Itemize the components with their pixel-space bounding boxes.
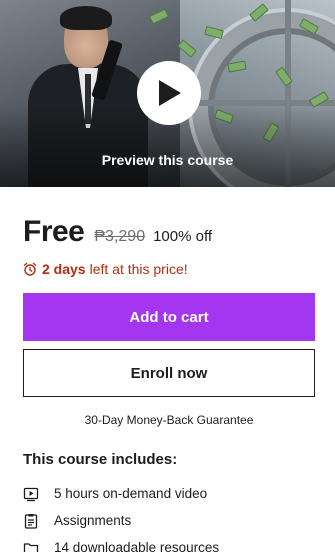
money-back-guarantee: 30-Day Money-Back Guarantee <box>84 413 254 427</box>
includes-list: 5 hours on-demand video Assignments 14 d… <box>23 480 315 552</box>
folder-icon <box>23 540 39 552</box>
current-price: Free <box>23 215 85 248</box>
sale-timer: 2 days left at this price! <box>23 261 315 277</box>
list-item: 5 hours on-demand video <box>23 480 315 507</box>
assignment-icon <box>23 513 39 529</box>
original-price: ₱3,290 <box>94 228 146 245</box>
figure-hair <box>60 6 112 30</box>
timer-text: left at this price! <box>89 261 188 277</box>
price-row: Free ₱3,290 100% off <box>23 215 315 249</box>
alarm-clock-icon <box>23 262 37 276</box>
purchase-panel: Free ₱3,290 100% off 2 days left at this… <box>0 215 335 552</box>
preview-label[interactable]: Preview this course <box>0 152 335 168</box>
include-label: 14 downloadable resources <box>54 540 220 552</box>
include-label: Assignments <box>54 513 132 528</box>
list-item: 14 downloadable resources <box>23 534 315 552</box>
days-remaining: 2 days <box>42 261 86 277</box>
list-item: Assignments <box>23 507 315 534</box>
play-button[interactable] <box>137 61 201 125</box>
discount-percent: 100% off <box>153 228 213 245</box>
video-icon <box>23 486 39 502</box>
enroll-now-button[interactable]: Enroll now <box>23 349 315 397</box>
includes-title: This course includes: <box>23 451 178 468</box>
add-to-cart-button[interactable]: Add to cart <box>23 293 315 341</box>
include-label: 5 hours on-demand video <box>54 486 208 501</box>
play-icon <box>159 80 181 106</box>
course-preview[interactable]: Preview this course <box>0 0 335 187</box>
